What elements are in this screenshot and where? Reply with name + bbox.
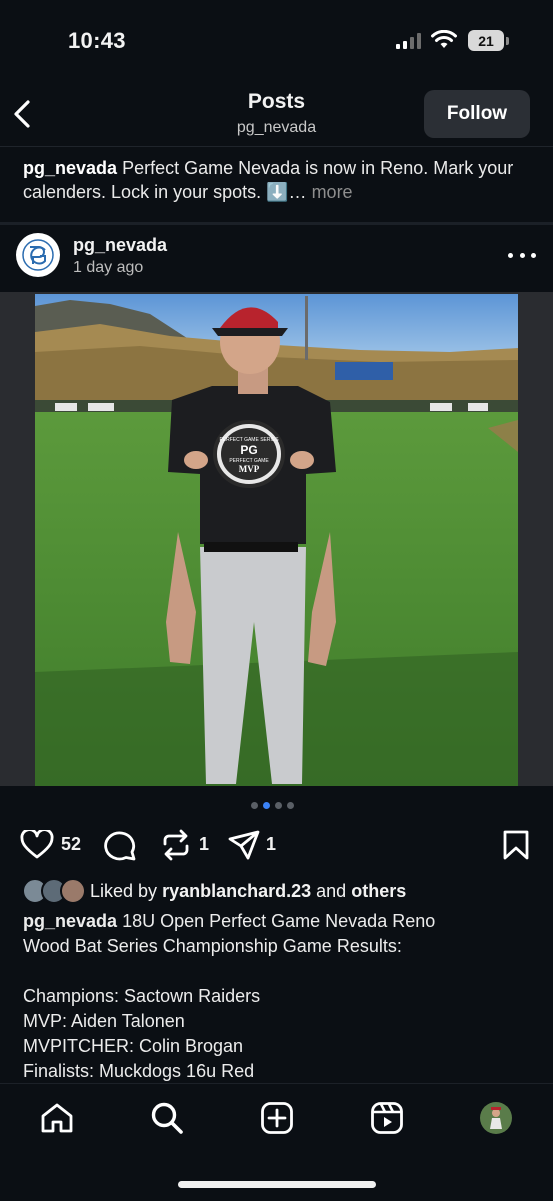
nav-create[interactable] xyxy=(259,1100,295,1136)
cellular-signal-icon xyxy=(396,33,421,49)
reposts-count[interactable]: 1 xyxy=(199,834,209,855)
plaque-mvp-text: MVP xyxy=(239,464,260,474)
search-icon xyxy=(151,1102,183,1134)
caption-line: MVP: Aiden Talonen xyxy=(23,1011,185,1031)
follow-button[interactable]: Follow xyxy=(424,90,530,138)
profile-avatar xyxy=(480,1102,512,1134)
nav-reels[interactable] xyxy=(369,1100,405,1136)
post-avatar[interactable] xyxy=(16,233,60,277)
carousel-dot xyxy=(275,802,282,809)
nav-home[interactable] xyxy=(39,1100,75,1136)
home-indicator[interactable] xyxy=(178,1181,376,1188)
previous-post-caption: pg_nevada Perfect Game Nevada is now in … xyxy=(23,156,533,204)
post-photo[interactable]: PERFECT GAME SERIES PG PERFECT GAME MVP xyxy=(0,292,553,786)
comment-icon[interactable] xyxy=(103,829,137,861)
perfect-game-logo-icon xyxy=(22,239,54,271)
caption-line: Finalists: Muckdogs 16u Red xyxy=(23,1061,255,1081)
likes-count[interactable]: 52 xyxy=(61,834,81,855)
previous-post-username[interactable]: pg_nevada xyxy=(23,158,117,178)
nav-profile[interactable] xyxy=(478,1100,514,1136)
repost-icon[interactable] xyxy=(161,829,191,861)
battery-nub xyxy=(506,37,509,45)
more-link[interactable]: more xyxy=(312,182,353,202)
wifi-icon xyxy=(431,30,457,48)
post-timestamp: 1 day ago xyxy=(73,259,144,276)
caption-username[interactable]: pg_nevada xyxy=(23,911,117,931)
status-time: 10:43 xyxy=(68,28,126,53)
carousel-dot xyxy=(287,802,294,809)
post-caption: pg_nevada 18U Open Perfect Game Nevada R… xyxy=(23,909,538,1084)
plaque-logo-text: PG xyxy=(240,443,257,457)
battery-indicator: 21 xyxy=(468,30,504,51)
heart-icon[interactable] xyxy=(20,830,54,860)
caption-line: 18U Open Perfect Game Nevada Reno xyxy=(122,911,436,931)
home-icon xyxy=(41,1103,73,1133)
dot-icon xyxy=(531,252,536,258)
create-icon xyxy=(261,1102,293,1134)
dot-icon xyxy=(519,252,525,258)
liked-by-avatars[interactable] xyxy=(22,878,86,904)
carousel-dot xyxy=(251,802,258,809)
more-options-button[interactable] xyxy=(508,246,536,264)
liked-by-others[interactable]: others xyxy=(351,881,406,901)
header-divider xyxy=(0,146,553,147)
shares-count[interactable]: 1 xyxy=(266,834,276,855)
share-icon[interactable] xyxy=(227,829,261,861)
liked-by-user[interactable]: ryanblanchard.23 xyxy=(162,881,311,901)
post-username[interactable]: pg_nevada xyxy=(73,235,167,256)
dot-icon xyxy=(508,252,513,258)
caption-line: Champions: Sactown Raiders xyxy=(23,986,261,1006)
caption-line: Wood Bat Series Championship Game Result… xyxy=(23,936,402,956)
reels-icon xyxy=(371,1102,403,1134)
carousel-dots xyxy=(251,802,294,809)
liked-by-joiner: and xyxy=(316,881,347,901)
bookmark-icon[interactable] xyxy=(502,829,530,861)
caption-line: MVPITCHER: Colin Brogan xyxy=(23,1036,244,1056)
post-divider xyxy=(0,222,553,225)
carousel-dot xyxy=(263,802,270,809)
nav-search[interactable] xyxy=(149,1100,185,1136)
liked-by-text: Liked by ryanblanchard.23 and others xyxy=(90,881,406,902)
liked-by-prefix: Liked by xyxy=(90,881,158,901)
